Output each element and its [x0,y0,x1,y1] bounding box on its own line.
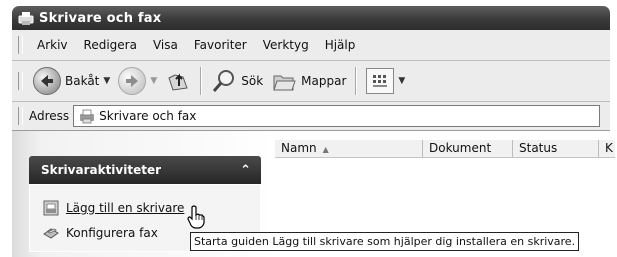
addressbar-grip[interactable] [18,107,23,125]
back-button[interactable]: Bakåt ▼ [29,64,114,98]
address-value: Skrivare och fax [99,109,197,123]
back-dropdown-arrow-icon[interactable]: ▼ [103,76,110,86]
forward-button[interactable]: ▼ [114,64,161,98]
search-icon [213,70,235,92]
menu-hjalp[interactable]: Hjälp [317,38,364,52]
column-name-label: Namn [281,141,317,155]
hand-pointer-cursor-icon [187,205,205,229]
column-comment[interactable]: K [599,140,615,157]
address-bar: Adress Skrivare och fax [12,102,610,131]
fax-icon [43,228,59,239]
window-title: Skrivare och fax [39,10,162,26]
add-printer-tooltip: Starta guiden Lägg till skrivare som hjä… [190,232,580,251]
search-button[interactable]: Sök [207,64,267,98]
views-dropdown-arrow-icon[interactable]: ▼ [398,76,405,86]
search-label: Sök [241,74,264,88]
column-status[interactable]: Status [513,140,599,157]
folders-label: Mappar [301,74,347,88]
sort-ascending-icon: ▲ [322,145,329,154]
menu-arkiv[interactable]: Arkiv [29,38,76,52]
address-label: Adress [29,109,70,123]
folders-icon [273,75,296,91]
views-button[interactable]: ▼ [362,64,409,98]
address-field[interactable]: Skrivare och fax [73,105,600,127]
printer-tasks-title: Skrivaraktiviteter [41,163,162,177]
forward-arrow-icon [118,67,147,95]
printers-fax-folder-icon [80,109,95,124]
back-label: Bakåt [65,74,100,88]
toolbar-separator [200,67,203,95]
menu-redigera[interactable]: Redigera [76,38,145,52]
menu-visa[interactable]: Visa [145,38,186,52]
collapse-chevron-icon[interactable]: ⌃ [240,163,251,178]
column-documents[interactable]: Dokument [423,140,513,157]
column-status-label: Status [519,141,558,155]
window-titlebar: Skrivare och fax [12,6,610,30]
menu-verktyg[interactable]: Verktyg [255,38,317,52]
task-add-printer[interactable]: Lägg till en skrivare [42,199,184,217]
column-name[interactable]: Namn ▲ [275,140,423,157]
folders-button[interactable]: Mappar [267,64,350,98]
up-folder-button[interactable] [161,64,195,98]
task-add-printer-label[interactable]: Lägg till en skrivare [66,201,184,215]
toolbar-grip[interactable] [18,72,23,90]
task-configure-fax-label[interactable]: Konfigurera fax [66,226,158,240]
menu-bar: Arkiv Redigera Visa Favoriter Verktyg Hj… [12,30,610,61]
standard-toolbar: Bakåt ▼ ▼ Sök Mappar ▼ [12,61,610,102]
menubar-grip[interactable] [18,36,23,54]
printer-tasks-header[interactable]: Skrivaraktiviteter ⌃ [29,156,261,184]
printers-fax-folder-icon [18,12,34,25]
task-configure-fax[interactable]: Konfigurera fax [42,225,158,241]
toolbar-separator-2 [355,67,358,95]
views-icon [366,68,395,94]
add-printer-icon [43,200,59,216]
list-column-header: Namn ▲ Dokument Status K [275,140,615,158]
column-comment-label: K [605,141,613,155]
menu-favoriter[interactable]: Favoriter [186,38,255,52]
folder-up-icon [168,73,188,91]
back-arrow-icon [33,67,61,95]
column-documents-label: Dokument [429,141,492,155]
forward-dropdown-arrow-icon[interactable]: ▼ [150,76,157,86]
